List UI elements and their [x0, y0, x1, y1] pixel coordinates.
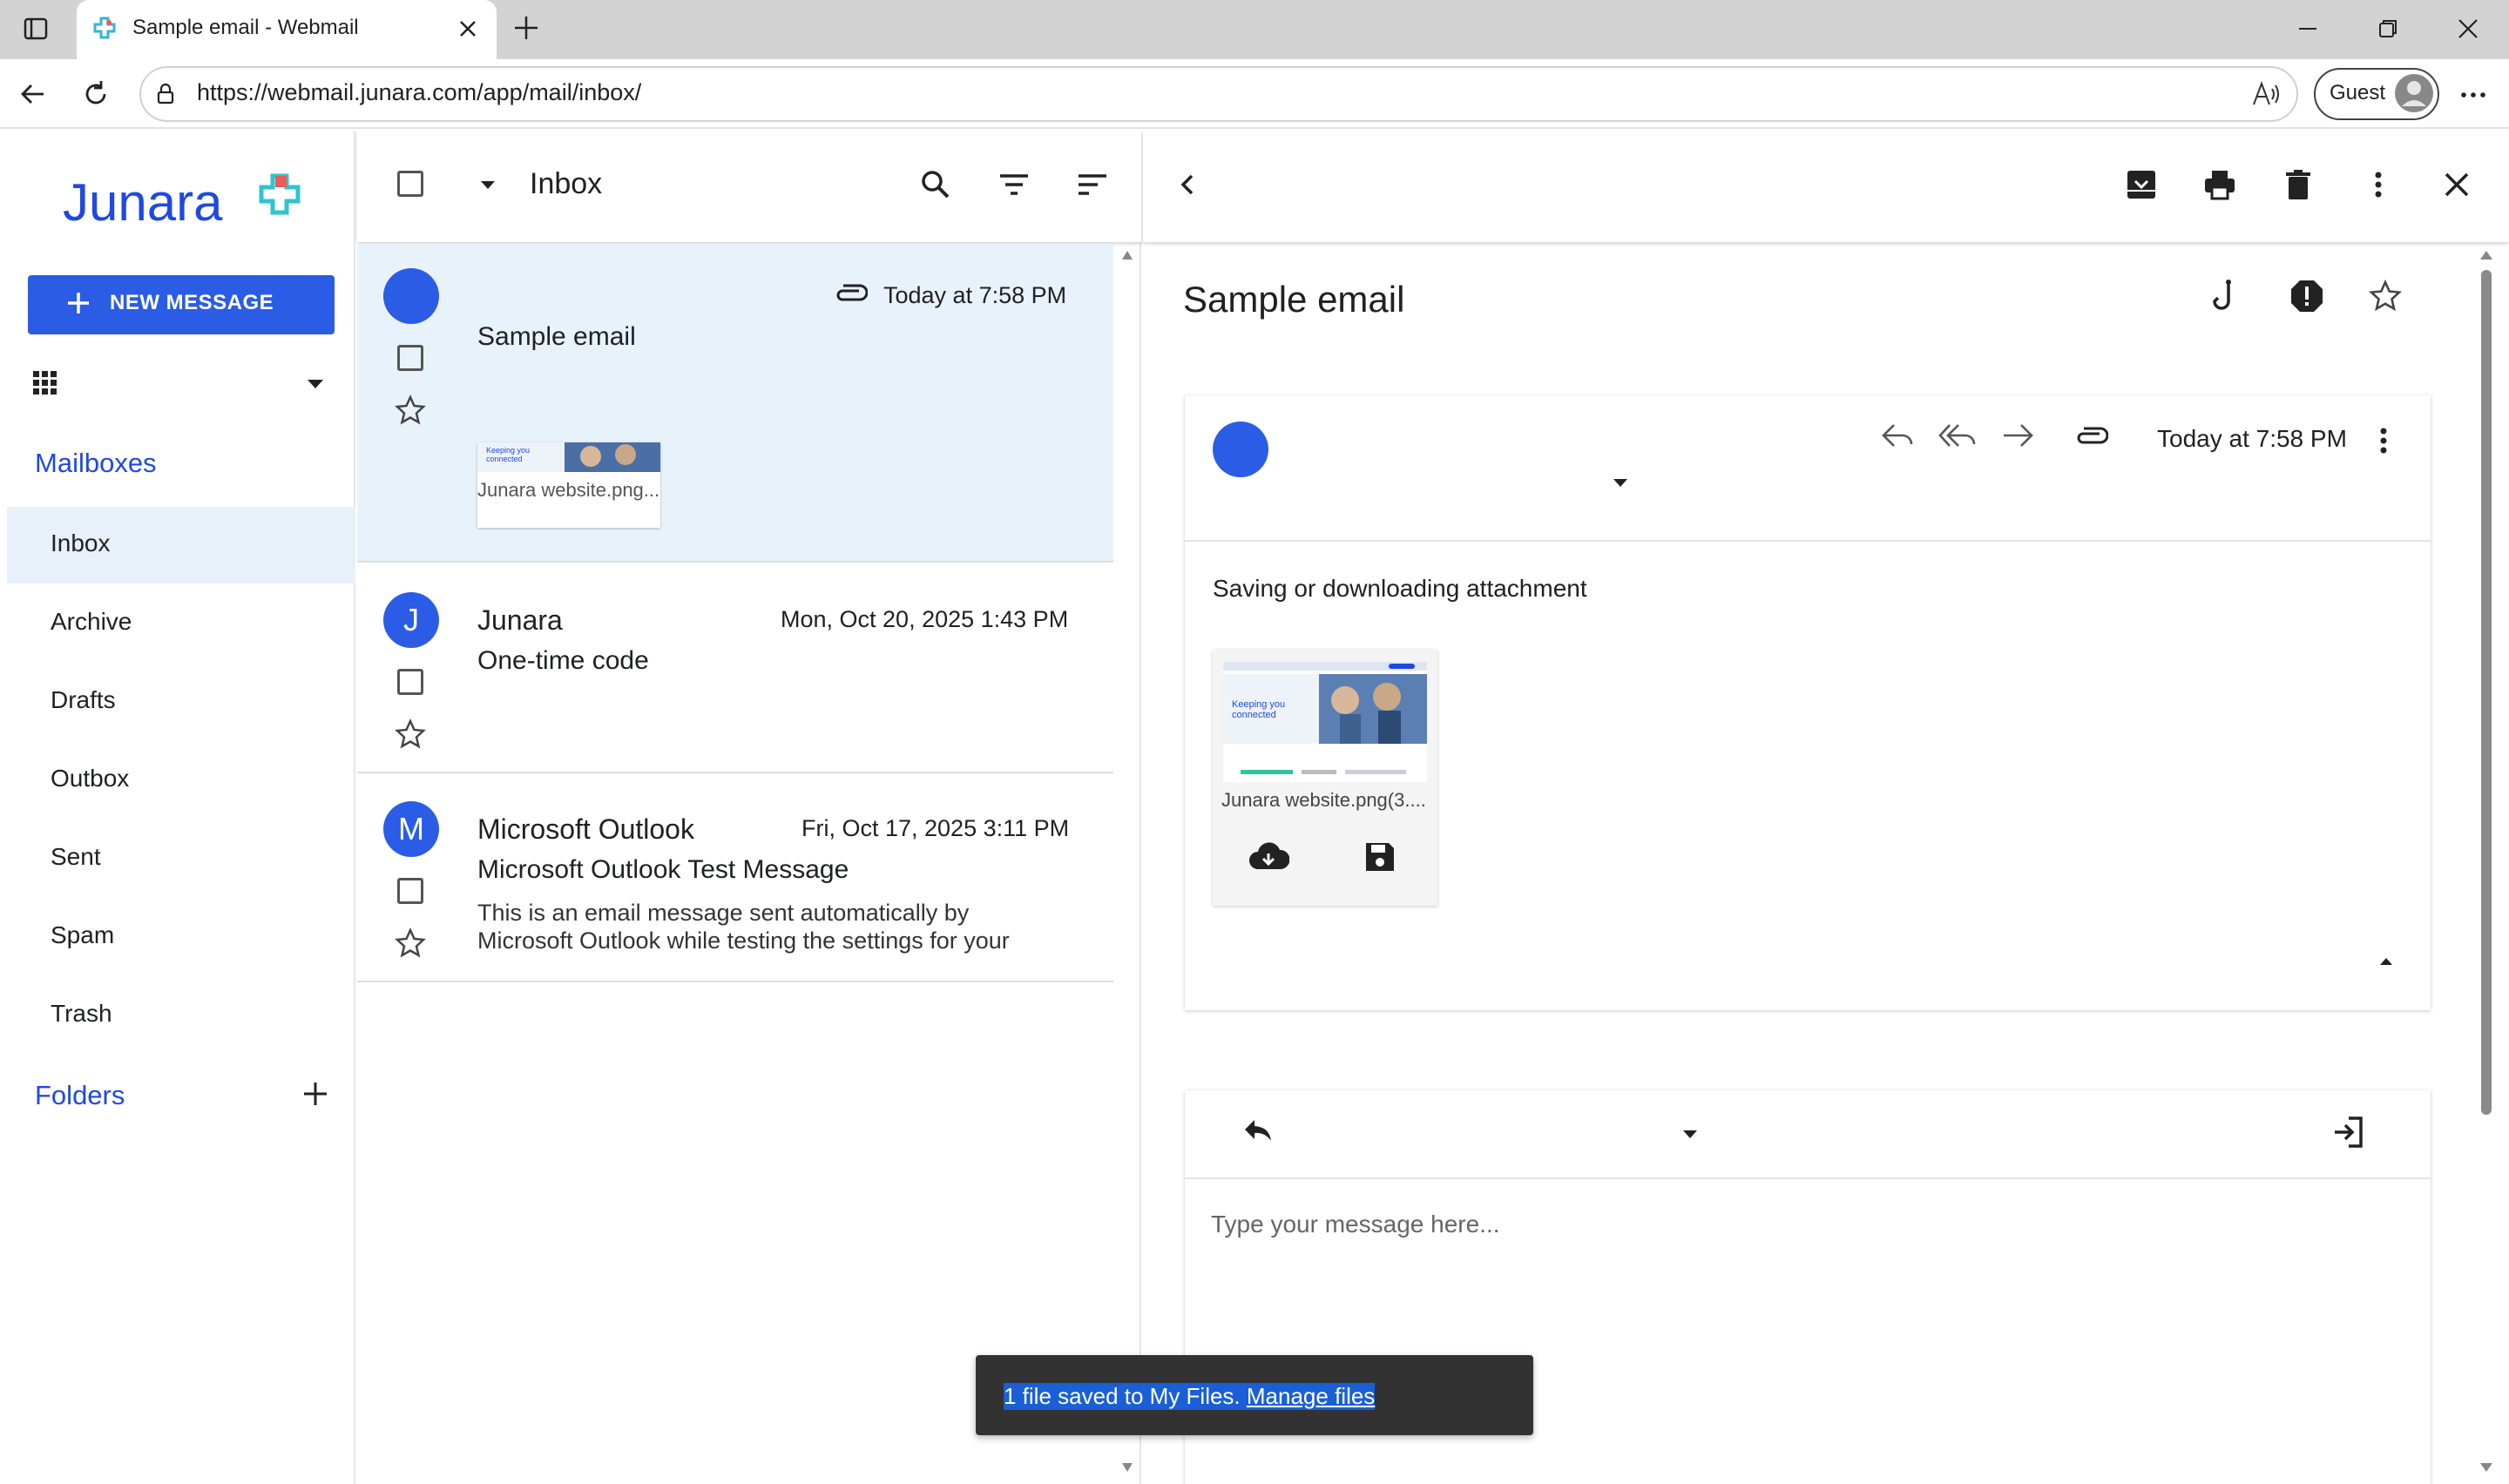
- new-message-label: NEW MESSAGE: [110, 291, 274, 314]
- new-tab-icon[interactable]: [511, 12, 542, 44]
- sidebar-item-label: Inbox: [51, 530, 111, 556]
- restore-window-icon[interactable]: [2375, 16, 2401, 42]
- sidebar-item-label: Outbox: [51, 765, 130, 792]
- back-to-list-icon[interactable]: [1174, 169, 1200, 200]
- divider: [1185, 1177, 2431, 1179]
- select-dropdown-icon[interactable]: [474, 174, 502, 195]
- close-window-icon[interactable]: [2455, 16, 2481, 42]
- list-item[interactable]: [357, 564, 1113, 773]
- svg-text:connected: connected: [486, 455, 523, 463]
- reader-scrollbar[interactable]: [2476, 244, 2497, 1484]
- forward-icon[interactable]: [1998, 420, 2037, 451]
- item-checkbox[interactable]: [397, 345, 423, 371]
- attachment-preview-image[interactable]: Keeping you connected: [1223, 662, 1427, 782]
- list-title: Inbox: [530, 167, 603, 200]
- tab-title: Sample email - Webmail: [132, 16, 359, 39]
- refresh-icon[interactable]: [80, 78, 112, 110]
- folders-title[interactable]: Folders: [35, 1080, 125, 1111]
- logo-text: Junara: [63, 173, 223, 232]
- sidebar-item-label: Trash: [51, 1000, 112, 1027]
- sort-icon[interactable]: [1075, 169, 1110, 200]
- more-options-icon[interactable]: [2458, 82, 2488, 108]
- mail-date: Fri, Oct 17, 2025 3:11 PM: [801, 815, 1070, 841]
- attachment-name: Junara website.png...: [477, 479, 660, 501]
- save-icon[interactable]: [1363, 840, 1397, 874]
- mail-subject: Microsoft Outlook Test Message: [477, 855, 849, 884]
- site-favicon-icon: [92, 16, 117, 40]
- star-icon[interactable]: [394, 927, 427, 960]
- sidebar-item-label: Spam: [51, 921, 115, 948]
- pop-out-icon[interactable]: [2331, 1115, 2366, 1150]
- add-folder-icon[interactable]: [300, 1078, 331, 1110]
- reply-type-icon[interactable]: [1241, 1115, 1275, 1146]
- apps-dropdown-icon[interactable]: [301, 373, 329, 394]
- avatar-icon: [2394, 73, 2434, 113]
- reply-icon[interactable]: [1878, 420, 1917, 451]
- minimize-window-icon[interactable]: [2295, 16, 2321, 42]
- manage-files-link[interactable]: Manage files: [1247, 1383, 1375, 1409]
- snackbar-text: 1 file saved to My Files.: [1004, 1383, 1241, 1409]
- archive-icon[interactable]: [2124, 167, 2159, 202]
- reading-title: Sample email: [1183, 279, 1405, 320]
- message-body: Saving or downloading attachment: [1213, 575, 1587, 602]
- star-icon[interactable]: [394, 718, 427, 751]
- url-text[interactable]: https://webmail.junara.com/app/mail/inbo…: [197, 79, 641, 106]
- close-reader-icon[interactable]: [2439, 167, 2474, 202]
- reply-input[interactable]: Type your message here...: [1211, 1211, 1500, 1238]
- print-icon[interactable]: [2202, 167, 2237, 202]
- divider: [1185, 540, 2431, 542]
- select-all-checkbox[interactable]: [397, 171, 423, 197]
- plus-icon: [64, 289, 92, 317]
- attachment-icon: [2073, 427, 2108, 449]
- logo-cross-icon: [258, 172, 301, 216]
- profile-label: Guest: [2330, 81, 2386, 105]
- search-icon[interactable]: [918, 167, 953, 202]
- star-icon[interactable]: [394, 394, 427, 427]
- apps-grid-icon[interactable]: [31, 369, 59, 397]
- back-icon[interactable]: [17, 78, 49, 110]
- mail-sender: Microsoft Outlook: [477, 813, 694, 845]
- svg-text:Keeping you: Keeping you: [1232, 699, 1285, 710]
- delete-icon[interactable]: [2281, 167, 2316, 202]
- sender-avatar: [1213, 422, 1268, 477]
- filter-icon[interactable]: [997, 169, 1031, 200]
- mail-subject: One-time code: [477, 646, 649, 675]
- site-info-lock-icon[interactable]: [153, 82, 178, 106]
- collapse-icon[interactable]: [2375, 953, 2397, 970]
- avatar: J: [383, 592, 439, 648]
- close-tab-icon[interactable]: [455, 16, 481, 42]
- cloud-download-icon[interactable]: [1248, 840, 1289, 874]
- read-aloud-icon[interactable]: [2251, 80, 2281, 108]
- star-icon[interactable]: [2368, 279, 2403, 314]
- avatar: [383, 268, 439, 324]
- message-more-icon[interactable]: [2368, 423, 2399, 458]
- reply-type-dropdown-icon[interactable]: [1676, 1123, 1704, 1144]
- sidebar-item-label: Archive: [51, 608, 132, 635]
- attachment-icon: [833, 284, 868, 307]
- svg-text:connected: connected: [1232, 710, 1276, 720]
- mail-date: Today at 7:58 PM: [883, 282, 1067, 308]
- snackbar-message: 1 file saved to My Files. Manage files: [1004, 1383, 1376, 1410]
- phishing-hook-icon[interactable]: [2209, 277, 2244, 315]
- sidebar-item-label: Drafts: [51, 686, 116, 713]
- report-spam-icon[interactable]: [2289, 279, 2324, 314]
- more-actions-icon[interactable]: [2361, 167, 2396, 202]
- mail-date: Mon, Oct 20, 2025 1:43 PM: [781, 606, 1069, 632]
- reply-all-icon[interactable]: [1938, 420, 1978, 451]
- mailboxes-title[interactable]: Mailboxes: [35, 448, 157, 479]
- sidebar-item-label: Sent: [51, 843, 101, 870]
- message-date: Today at 7:58 PM: [2157, 425, 2347, 452]
- avatar: M: [383, 801, 439, 857]
- mail-preview-line: This is an email message sent automatica…: [477, 900, 970, 926]
- tab-actions-icon[interactable]: [23, 16, 49, 42]
- list-scrollbar[interactable]: [1119, 244, 1136, 1484]
- mail-preview-line: Microsoft Outlook while testing the sett…: [477, 928, 1010, 954]
- item-checkbox[interactable]: [397, 878, 423, 904]
- attachment-name: Junara website.png(3....: [1221, 789, 1426, 811]
- mail-sender: Junara: [477, 604, 563, 636]
- mail-subject: Sample email: [477, 322, 636, 351]
- svg-text:Keeping you: Keeping you: [486, 446, 530, 455]
- item-checkbox[interactable]: [397, 669, 423, 695]
- sender-details-dropdown-icon[interactable]: [1606, 472, 1634, 493]
